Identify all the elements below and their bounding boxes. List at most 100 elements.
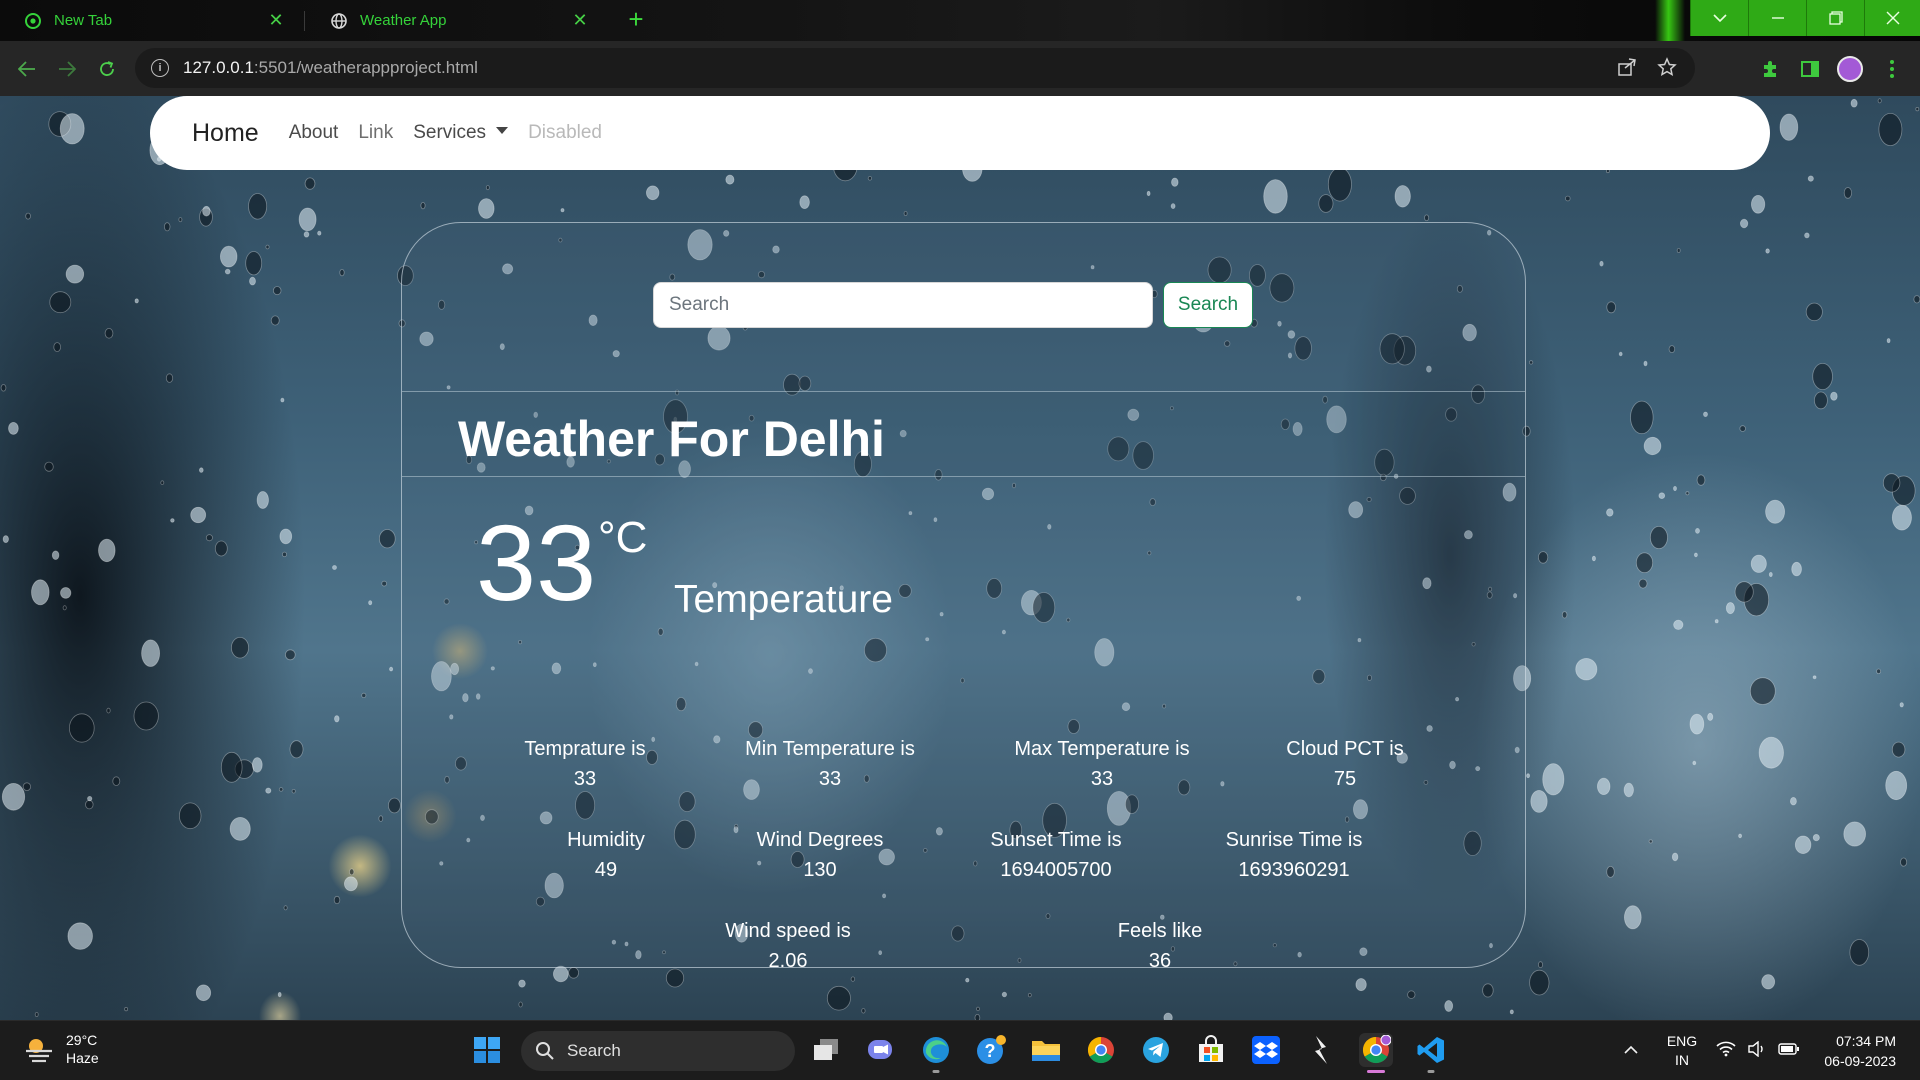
dropbox-icon[interactable] bbox=[1249, 1033, 1283, 1067]
restore-icon[interactable] bbox=[1806, 0, 1864, 36]
raindrop bbox=[1913, 295, 1920, 304]
show-hidden-icons-chevron-icon[interactable] bbox=[1614, 1033, 1648, 1067]
language-indicator[interactable]: ENG IN bbox=[1662, 1021, 1702, 1080]
raindrop bbox=[903, 211, 908, 217]
edge-browser-icon[interactable] bbox=[919, 1033, 953, 1073]
site-info-icon[interactable]: i bbox=[151, 59, 169, 77]
raindrop bbox=[1915, 107, 1920, 112]
raindrop bbox=[298, 207, 317, 232]
raindrop bbox=[31, 579, 50, 606]
raindrop bbox=[560, 208, 565, 213]
telegram-icon[interactable] bbox=[1139, 1033, 1173, 1067]
raindrop bbox=[1538, 961, 1544, 969]
reload-icon[interactable] bbox=[93, 55, 121, 83]
nav-link-link[interactable]: Link bbox=[358, 122, 393, 144]
close-tab-icon[interactable]: ✕ bbox=[570, 10, 590, 31]
raindrop bbox=[178, 217, 183, 223]
share-icon[interactable] bbox=[1617, 57, 1637, 82]
chrome-active-icon[interactable] bbox=[1359, 1033, 1393, 1073]
temperature-value: 33 bbox=[476, 502, 597, 623]
raindrop bbox=[1618, 351, 1623, 357]
nav-about-link[interactable]: About bbox=[289, 122, 339, 144]
raindrop bbox=[1658, 492, 1666, 500]
teams-chat-icon[interactable] bbox=[864, 1033, 898, 1067]
wallpaper-streak bbox=[1655, 0, 1685, 41]
raindrop bbox=[124, 1006, 128, 1012]
file-explorer-icon[interactable] bbox=[1029, 1033, 1063, 1067]
weather-card: Search Weather For Delhi 33 °C Temperatu… bbox=[401, 222, 1526, 968]
close-tab-icon[interactable]: ✕ bbox=[266, 10, 286, 31]
raindrop bbox=[134, 298, 139, 304]
raindrop bbox=[291, 789, 296, 794]
tab-new-tab[interactable]: New Tab ✕ bbox=[0, 0, 302, 41]
raindrop bbox=[1758, 736, 1784, 769]
raindrop bbox=[485, 185, 490, 191]
address-bar[interactable]: i 127.0.0.1:5501/weatherappproject.html bbox=[135, 48, 1695, 88]
back-arrow-icon[interactable] bbox=[13, 55, 41, 83]
raindrop bbox=[1444, 1000, 1454, 1012]
raindrop bbox=[195, 984, 212, 1002]
raindrop bbox=[133, 701, 159, 731]
raindrop bbox=[304, 177, 316, 190]
raindrop bbox=[199, 207, 213, 227]
forward-arrow-icon[interactable] bbox=[53, 55, 81, 83]
search-button[interactable]: Search bbox=[1163, 282, 1253, 328]
stat-value: 36 bbox=[1148, 950, 1172, 968]
raindrop bbox=[1606, 866, 1615, 878]
weather-widget-desc: Haze bbox=[66, 1050, 99, 1066]
task-view-icon[interactable] bbox=[809, 1033, 843, 1067]
nav-home-link[interactable]: Home bbox=[192, 119, 259, 148]
system-tray-status[interactable] bbox=[1716, 1021, 1800, 1080]
raindrop bbox=[389, 666, 394, 672]
raindrop bbox=[1794, 835, 1812, 855]
profile-avatar[interactable] bbox=[1836, 55, 1864, 83]
raindrop bbox=[34, 1012, 39, 1018]
raindrop bbox=[160, 480, 165, 486]
new-tab-plus-icon[interactable]: + bbox=[622, 6, 650, 34]
bookmark-star-icon[interactable] bbox=[1657, 57, 1677, 82]
active-indicator bbox=[1427, 1070, 1435, 1073]
raindrop bbox=[51, 550, 60, 560]
browser-toolbar: i 127.0.0.1:5501/weatherappproject.html bbox=[0, 41, 1920, 96]
kebab-menu-icon[interactable] bbox=[1878, 55, 1906, 83]
raindrop bbox=[1171, 177, 1179, 187]
vscode-icon[interactable] bbox=[1414, 1033, 1448, 1073]
lightning-app-icon[interactable] bbox=[1304, 1033, 1338, 1067]
taskbar-search-box[interactable]: Search bbox=[521, 1031, 795, 1071]
raindrop bbox=[1891, 741, 1906, 758]
raindrop bbox=[224, 268, 231, 275]
raindrop bbox=[1529, 969, 1550, 996]
get-help-icon[interactable]: ? bbox=[974, 1033, 1008, 1067]
raindrop bbox=[361, 692, 367, 699]
windows-start-icon[interactable] bbox=[470, 1033, 504, 1067]
tab-weather-app[interactable]: Weather App ✕ bbox=[306, 0, 606, 41]
raindrop bbox=[1695, 527, 1700, 534]
raindrop bbox=[1648, 839, 1653, 844]
active-indicator bbox=[1367, 1070, 1385, 1073]
nav-services-dropdown[interactable]: Services bbox=[413, 122, 509, 144]
raindrop bbox=[202, 205, 211, 217]
tab-search-chevron-icon[interactable] bbox=[1690, 0, 1748, 36]
stat-max-temperature: Max Temperature is 33 bbox=[1014, 734, 1189, 794]
side-panel-icon[interactable] bbox=[1796, 55, 1824, 83]
microsoft-store-icon[interactable] bbox=[1194, 1033, 1228, 1067]
active-indicator bbox=[932, 1070, 940, 1073]
raindrop bbox=[1685, 491, 1690, 496]
minimize-icon[interactable] bbox=[1748, 0, 1806, 36]
raindrop bbox=[1877, 98, 1882, 104]
stat-label: Min Temperature is bbox=[745, 738, 915, 760]
extensions-puzzle-icon[interactable] bbox=[1756, 55, 1784, 83]
raindrop bbox=[1673, 619, 1684, 630]
taskbar-weather-widget[interactable]: 29°C Haze bbox=[22, 1031, 99, 1067]
chrome-icon[interactable] bbox=[1084, 1033, 1118, 1067]
raindrop bbox=[1696, 474, 1706, 486]
taskbar-clock[interactable]: 07:34 PM 06-09-2023 bbox=[1812, 1031, 1896, 1071]
raindrop bbox=[339, 269, 345, 277]
raindrop bbox=[867, 176, 873, 181]
close-window-icon[interactable] bbox=[1864, 0, 1920, 36]
raindrop bbox=[234, 759, 254, 779]
city-search-input[interactable] bbox=[653, 282, 1153, 328]
clock-date: 06-09-2023 bbox=[1824, 1053, 1896, 1069]
raindrop bbox=[112, 776, 121, 786]
raindrop bbox=[1790, 797, 1797, 806]
